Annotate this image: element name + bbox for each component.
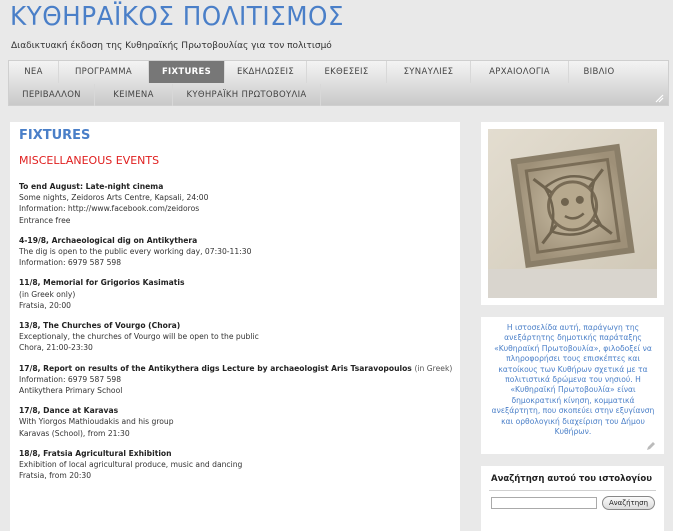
nav-item-ektheseis[interactable]: ΕΚΘΕΣΕΙΣ [307,61,387,83]
event-line: Karavas (School), from 21:30 [19,428,130,438]
nav-item-nea[interactable]: ΝΕΑ [9,61,59,83]
carved-stone-relief-image[interactable] [488,129,657,298]
event-line: The dig is open to the public every work… [19,247,252,257]
search-input[interactable] [491,497,597,509]
blog-header: ΚΥΘΗΡΑΪΚΟΣ ΠΟΛΙΤΙΣΜΟΣ Διαδικτυακή έκδοση… [0,0,673,58]
events-list: To end August: Late-night cinema Some ni… [19,181,459,490]
nav-row-1: ΝΕΑ ΠΡΟΓΡΑΜΜΑ FIXTURES ΕΚΔΗΛΩΣΕΙΣ ΕΚΘΕΣΕ… [9,61,668,83]
sidebar-image-widget [481,122,664,305]
event-line: Some nights, Zeidoros Arts Centre, Kapsa… [19,193,209,203]
event-line: Information: 6979 587 598 [19,374,122,384]
section-heading: MISCELLANEOUS EVENTS [19,154,160,167]
nav-item-vivlio[interactable]: ΒΙΒΛΙΟ [569,61,629,83]
event-item: 13/8, The Churches of Vourgo (Chora) Exc… [19,320,459,354]
search-button[interactable]: Αναζήτηση [602,496,655,510]
event-line: Information: 6979 587 598 [19,258,122,268]
event-line: Exhibition of local agricultural produce… [19,460,243,470]
nav-row-2: ΠΕΡΙΒΑΛΛΟΝ ΚΕΙΜΕΝΑ ΚΥΘΗΡΑΪΚΗ ΠΡΩΤΟΒΟΥΛΙΑ [9,84,668,106]
event-title-text: 17/8, Report on results of the Antikythe… [19,363,412,373]
edit-widget-icon[interactable] [646,436,656,450]
site-title-link[interactable]: ΚΥΘΗΡΑΪΚΟΣ ΠΟΛΙΤΙΣΜΟΣ [10,2,344,32]
nav-item-perivallon[interactable]: ΠΕΡΙΒΑΛΛΟΝ [9,84,95,106]
sidebar-about-widget: Η ιστοσελίδα αυτή, παράγωγη της ανεξάρτη… [481,317,664,454]
event-title: 18/8, Fratsia Agricultural Exhibition [19,448,172,458]
nav-item-ekdiloseis[interactable]: ΕΚΔΗΛΩΣΕΙΣ [225,61,307,83]
event-item: 17/8, Report on results of the Antikythe… [19,363,459,397]
event-title: To end August: Late-night cinema [19,182,164,191]
event-line: Fratsia, 20:00 [19,300,71,310]
event-title: 17/8, Dance at Karavas [19,406,119,416]
nav-item-programma[interactable]: ΠΡΟΓΡΑΜΜΑ [59,61,149,83]
nav-item-synaulies[interactable]: ΣΥΝΑΥΛΙΕΣ [387,61,471,83]
event-item: 4-19/8, Archaeological dig on Antikyther… [19,235,459,269]
post-body: FIXTURES MISCELLANEOUS EVENTS To end Aug… [10,122,460,531]
event-title: 13/8, The Churches of Vourgo (Chora) [19,321,181,331]
event-title-note: (in Greek) [414,363,453,373]
event-line: Information: http://www.facebook.com/zei… [19,204,200,214]
nav-item-kythiraiki-protovoulia[interactable]: ΚΥΘΗΡΑΪΚΗ ΠΡΩΤΟΒΟΥΛΙΑ [173,84,321,106]
nav-item-fixtures[interactable]: FIXTURES [149,61,225,83]
event-item: 17/8, Dance at Karavas With Yiorgos Math… [19,405,459,439]
event-line: Exceptionaly, the churches of Vourgo wil… [19,332,259,342]
nav-item-archaiologia[interactable]: ΑΡΧΑΙΟΛΟΓΙΑ [471,61,569,83]
nav-bar: ΝΕΑ ΠΡΟΓΡΑΜΜΑ FIXTURES ΕΚΔΗΛΩΣΕΙΣ ΕΚΘΕΣΕ… [8,60,669,106]
resize-corner-icon [654,93,664,103]
divider [489,490,656,491]
event-title: 4-19/8, Archaeological dig on Antikyther… [19,235,198,245]
search-widget-title: Αναζήτηση αυτού του ιστολογίου [491,474,652,484]
site-tagline: Διαδικτυακή έκδοση της Κυθηραϊκής Πρωτοβ… [11,41,332,51]
about-text: Η ιστοσελίδα αυτή, παράγωγη της ανεξάρτη… [491,323,655,437]
event-line: Antikythera Primary School [19,386,123,396]
event-item: 18/8, Fratsia Agricultural Exhibition Ex… [19,448,459,482]
post-title: FIXTURES [19,128,91,143]
event-title: 17/8, Report on results of the Antikythe… [19,363,459,374]
event-line: Entrance free [19,215,71,225]
event-line: (in Greek only) [19,289,76,299]
sidebar-search-widget: Αναζήτηση αυτού του ιστολογίου Αναζήτηση [481,466,664,531]
nav-item-keimena[interactable]: ΚΕΙΜΕΝΑ [95,84,173,106]
event-line: Fratsia, from 20:30 [19,471,92,481]
event-title: 11/8, Memorial for Grigorios Kasimatis [19,278,185,288]
event-item: To end August: Late-night cinema Some ni… [19,181,459,226]
event-line: Chora, 21:00-23:30 [19,343,93,353]
event-item: 11/8, Memorial for Grigorios Kasimatis (… [19,277,459,311]
event-line: With Yiorgos Mathioudakis and his group [19,417,174,427]
